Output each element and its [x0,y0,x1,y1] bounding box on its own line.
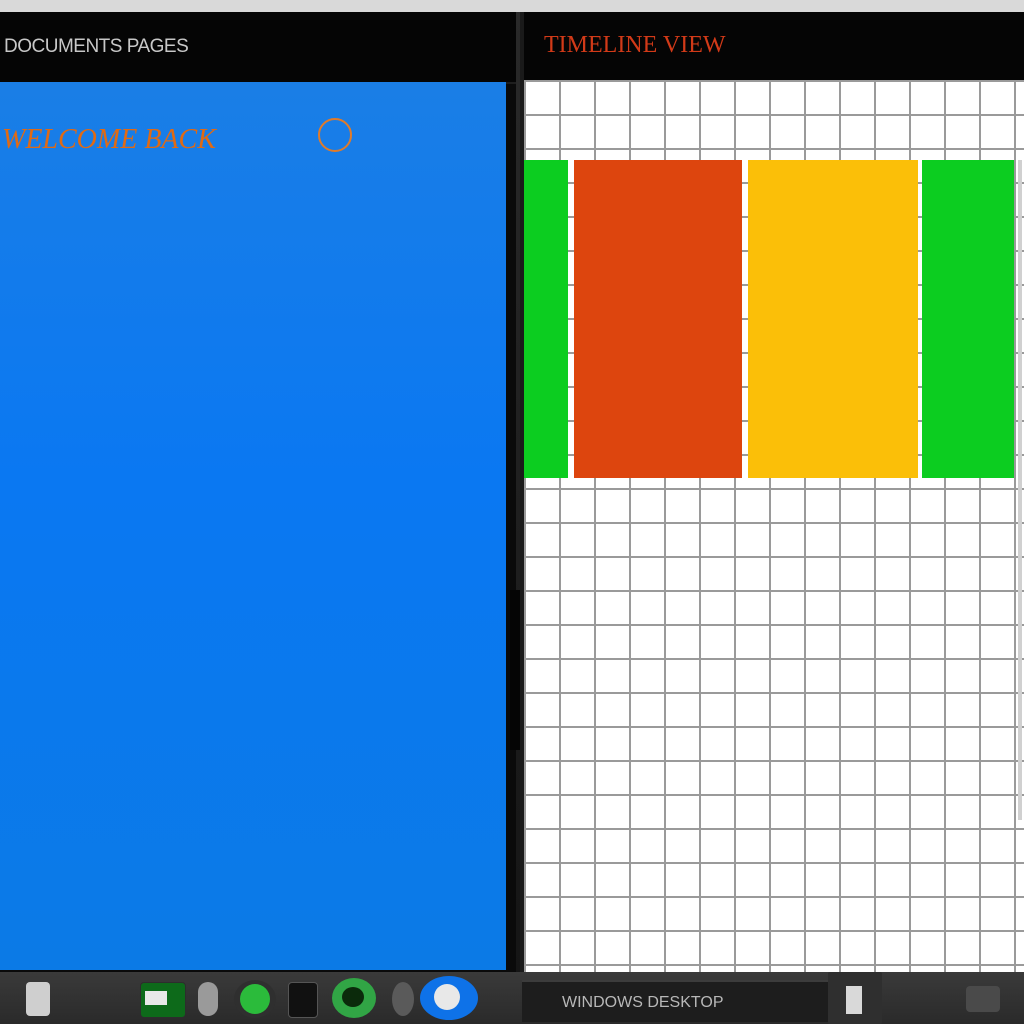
document-icon[interactable] [26,982,50,1016]
box-icon[interactable] [288,982,318,1018]
right-window[interactable]: TIMELINE VIEW [520,12,1024,980]
bulb-icon[interactable] [198,982,218,1016]
tray-battery-icon[interactable] [828,972,882,1024]
desktop-screen: DOCUMENTS PAGES WELCOME BACK TIMELINE VI… [0,0,1024,1024]
gear-icon[interactable] [392,982,414,1016]
color-block-yellow[interactable] [748,160,918,478]
logo-icon [318,118,352,152]
globe-icon[interactable] [234,980,276,1018]
left-window[interactable]: DOCUMENTS PAGES WELCOME BACK [0,12,516,972]
tray-network-icon[interactable] [966,986,1000,1012]
color-block-red[interactable] [574,160,742,478]
search-icon[interactable] [420,976,478,1020]
left-window-content[interactable]: WELCOME BACK [0,82,506,970]
taskbar-window-label: WINDOWS DESKTOP [562,994,724,1011]
chat-icon-bubble [342,987,364,1007]
store-icon-screen [145,991,167,1005]
color-block-green-a[interactable] [524,160,568,478]
taskbar-active-window[interactable]: WINDOWS DESKTOP [522,980,836,1022]
chat-icon[interactable] [332,978,376,1018]
vertical-scrollbar[interactable] [1018,160,1022,820]
welcome-heading: WELCOME BACK [2,124,216,155]
battery-bar [846,986,862,1014]
grid-canvas[interactable] [524,80,1024,980]
right-window-titlebar[interactable]: TIMELINE VIEW [524,12,1024,80]
color-block-green-b[interactable] [922,160,1014,478]
search-icon-lens [434,984,460,1010]
top-strip [0,0,1024,12]
globe-icon-face [240,984,270,1014]
right-window-title: TIMELINE VIEW [544,32,726,58]
left-window-title: DOCUMENTS PAGES [4,36,189,57]
store-icon[interactable] [140,982,186,1018]
taskbar: WINDOWS DESKTOP [0,972,1024,1024]
left-window-titlebar[interactable]: DOCUMENTS PAGES [0,12,516,84]
